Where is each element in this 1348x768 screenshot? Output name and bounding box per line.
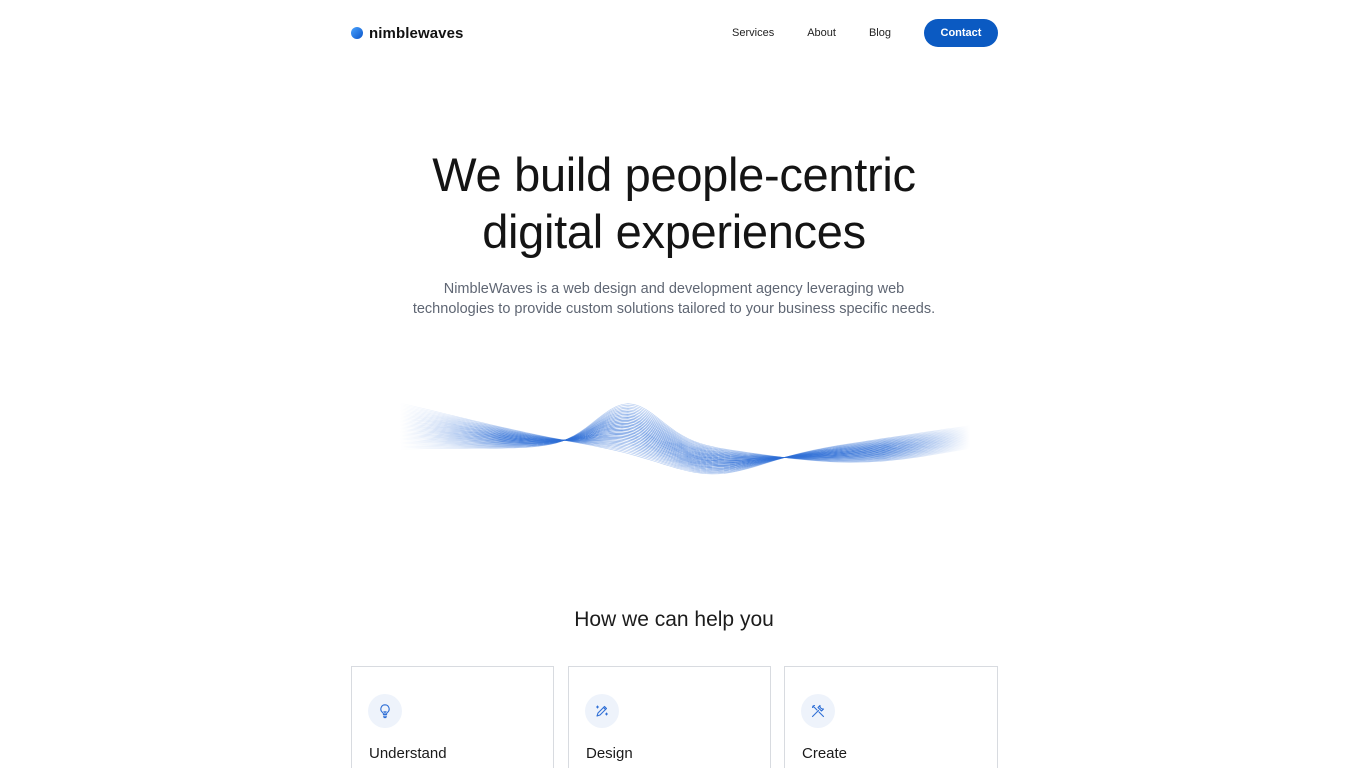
services-title: How we can help you <box>574 608 774 631</box>
hero-title-line-1: We build people-centric <box>432 148 916 201</box>
logo-text: nimblewaves <box>369 24 464 42</box>
pen-sparkle-icon <box>585 694 619 728</box>
hero-subtitle: NimbleWaves is a web design and developm… <box>374 279 974 319</box>
hero-title: We build people-centric digital experien… <box>0 146 1348 260</box>
page: nimblewaves Services About Blog Contact … <box>0 0 1348 768</box>
tools-icon <box>801 694 835 728</box>
hero-title-line-2: digital experiences <box>482 205 866 258</box>
hero-subtitle-line-2: technologies to provide custom solutions… <box>412 301 936 317</box>
logo-mark-icon <box>351 27 363 39</box>
service-card-title: Create <box>802 745 848 762</box>
service-card-title: Understand <box>369 745 447 762</box>
nav-link-services[interactable]: Services <box>732 27 774 39</box>
service-card-design[interactable]: Design <box>568 666 771 768</box>
logo-link[interactable]: nimblewaves <box>351 19 463 47</box>
service-card-create[interactable]: Create <box>784 666 998 768</box>
wave-illustration <box>400 340 970 510</box>
service-card-understand[interactable]: Understand <box>351 666 554 768</box>
main-nav: Services About Blog Contact <box>732 19 998 47</box>
nav-link-blog[interactable]: Blog <box>869 27 891 39</box>
site-header: nimblewaves Services About Blog Contact <box>351 19 998 47</box>
nav-link-about[interactable]: About <box>807 27 836 39</box>
lightbulb-icon <box>368 694 402 728</box>
service-card-title: Design <box>586 745 633 762</box>
contact-button[interactable]: Contact <box>924 19 998 47</box>
hero-subtitle-line-1: NimbleWaves is a web design and developm… <box>443 281 905 297</box>
